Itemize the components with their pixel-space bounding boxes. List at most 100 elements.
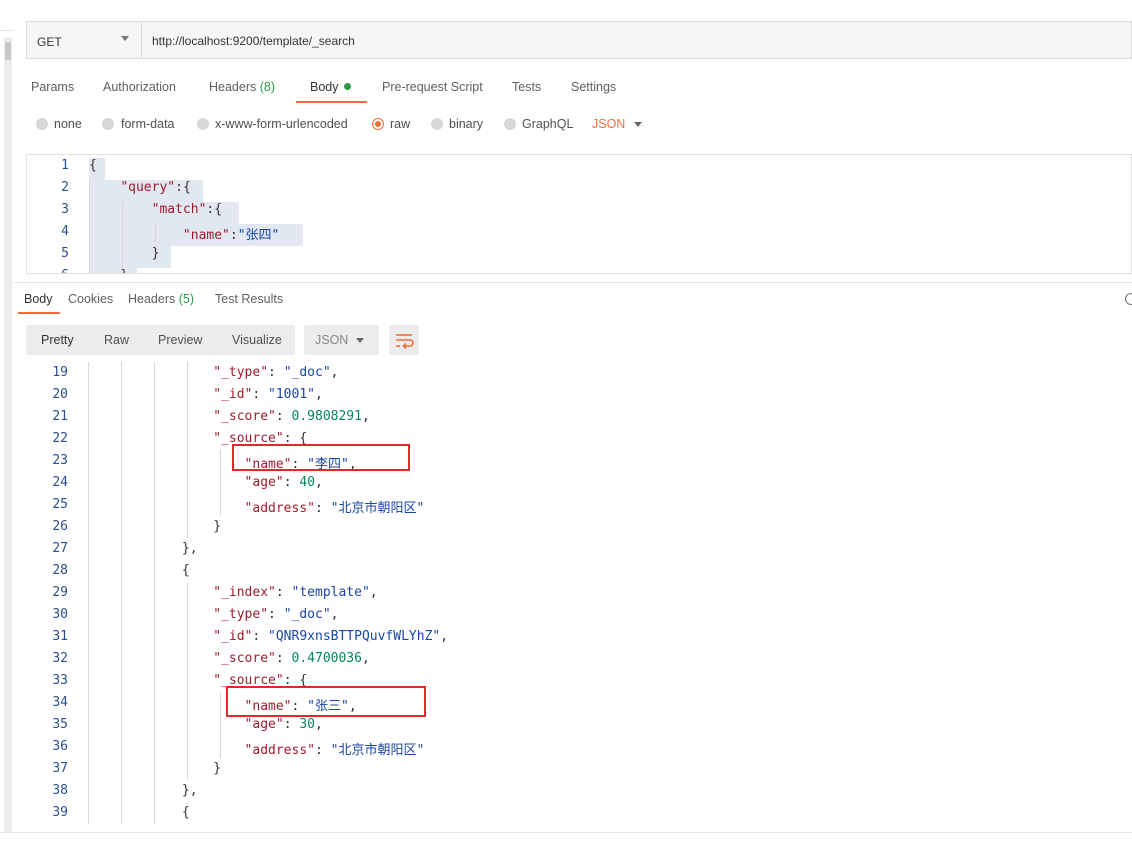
json-key: "query" [120,180,176,195]
code-line: 27 }, [26,538,1126,560]
view-raw-button[interactable]: Raw [104,333,129,347]
json-punctuation: , [315,475,323,490]
highlight-box [226,686,426,717]
chevron-down-icon[interactable] [121,36,129,41]
json-punctuation [88,629,213,644]
json-number: 40 [299,475,315,490]
code-text: "_id": "1001", [88,387,323,402]
json-punctuation [88,387,213,402]
code-text: } [88,761,221,776]
tab-authorization[interactable]: Authorization [103,80,176,94]
tab-tests[interactable]: Tests [512,80,541,94]
json-punctuation: , [440,629,449,644]
json-key: "address" [244,743,315,758]
response-tab-body[interactable]: Body [24,292,53,306]
response-tab-test-results[interactable]: Test Results [215,292,283,306]
chevron-down-icon[interactable] [356,338,364,343]
json-punctuation: : [283,475,292,490]
json-punctuation [88,585,213,600]
json-punctuation [260,387,268,402]
tab-pre-request-script[interactable]: Pre-request Script [382,80,483,94]
radio-raw[interactable] [372,118,384,130]
body-language-select[interactable]: JSON [592,117,625,131]
response-tab-cookies[interactable]: Cookies [68,292,113,306]
tab-headers[interactable]: Headers (8) [209,80,275,94]
code-text: } [89,268,128,273]
line-number: 20 [52,387,68,402]
radio-binary-label[interactable]: binary [449,117,483,131]
line-number: 27 [52,541,68,556]
tab-body-label: Body [310,80,339,94]
sidebar-scroll-thumb[interactable] [5,42,11,60]
json-punctuation: , [361,409,370,424]
response-tab-headers[interactable]: Headers (5) [128,292,194,306]
code-text: "_type": "_doc", [88,607,338,622]
code-line: 26 } [26,516,1126,538]
json-punctuation: { [89,158,97,173]
code-line: 25 "address": "北京市朝阳区" [26,494,1126,516]
radio-form-data-label[interactable]: form-data [121,117,175,131]
radio-graphql[interactable] [504,118,516,130]
radio-form-data[interactable] [102,118,114,130]
line-number: 33 [52,673,68,688]
json-punctuation: , [330,365,339,380]
code-line: 5 } [27,243,1127,265]
tab-settings[interactable]: Settings [571,80,616,94]
line-number: 4 [61,224,69,239]
json-key: "match" [151,202,207,217]
json-punctuation: : [275,409,284,424]
code-line: 21 "_score": 0.9808291, [26,406,1126,428]
json-punctuation [323,743,331,758]
code-text: { [89,158,97,173]
json-key: "_type" [213,365,269,380]
code-line: 4 "name":"张四" [27,221,1127,243]
body-modified-dot [343,83,351,90]
line-number: 35 [52,717,68,732]
globe-icon[interactable] [1125,293,1132,305]
line-number: 39 [52,805,68,820]
code-line: 38 }, [26,780,1126,802]
radio-binary[interactable] [431,118,443,130]
tab-body[interactable]: Body [310,80,351,94]
json-key: "age" [244,475,284,490]
code-text: "query":{ [89,180,190,195]
json-punctuation: : [175,180,183,195]
view-visualize-button[interactable]: Visualize [232,333,282,347]
code-text: "name":"张四" [89,224,279,243]
radio-none-label[interactable]: none [54,117,82,131]
request-body-editor[interactable]: 1{2 "query":{3 "match":{4 "name":"张四" 5 }… [26,154,1132,274]
json-punctuation [88,743,245,758]
json-punctuation [88,717,245,732]
json-punctuation [284,585,292,600]
json-punctuation [88,409,213,424]
tab-params[interactable]: Params [31,80,74,94]
radio-none[interactable] [36,118,48,130]
response-body-viewer[interactable]: 19 "_type": "_doc", 20 "_id": "1001", 21 "… [26,362,1132,824]
json-number: 30 [299,717,315,732]
sidebar-scrollbar[interactable] [4,37,12,832]
view-preview-button[interactable]: Preview [158,333,202,347]
line-number: 26 [52,519,68,534]
line-number: 23 [52,453,68,468]
json-key: "_id" [213,387,253,402]
wrap-lines-button[interactable] [389,325,419,355]
code-text: "age": 30, [88,717,323,732]
json-punctuation: , [369,585,378,600]
line-number: 31 [52,629,68,644]
json-key: "_type" [213,607,269,622]
code-line: 1{ [27,155,1127,177]
view-pretty-button[interactable]: Pretty [41,333,74,347]
radio-urlencoded[interactable] [197,118,209,130]
code-text: "address": "北京市朝阳区" [88,497,425,516]
radio-graphql-label[interactable]: GraphQL [522,117,573,131]
code-line: 6 } [27,265,1127,273]
json-punctuation [88,475,245,490]
code-line: 33 "_source": { [26,670,1126,692]
radio-raw-label[interactable]: raw [390,117,410,131]
response-divider [14,282,1132,283]
json-punctuation: : [315,501,323,516]
response-tab-headers-label: Headers [128,292,176,306]
code-line: 2 "query":{ [27,177,1127,199]
chevron-down-icon[interactable] [634,122,642,127]
radio-urlencoded-label[interactable]: x-www-form-urlencoded [215,117,348,131]
